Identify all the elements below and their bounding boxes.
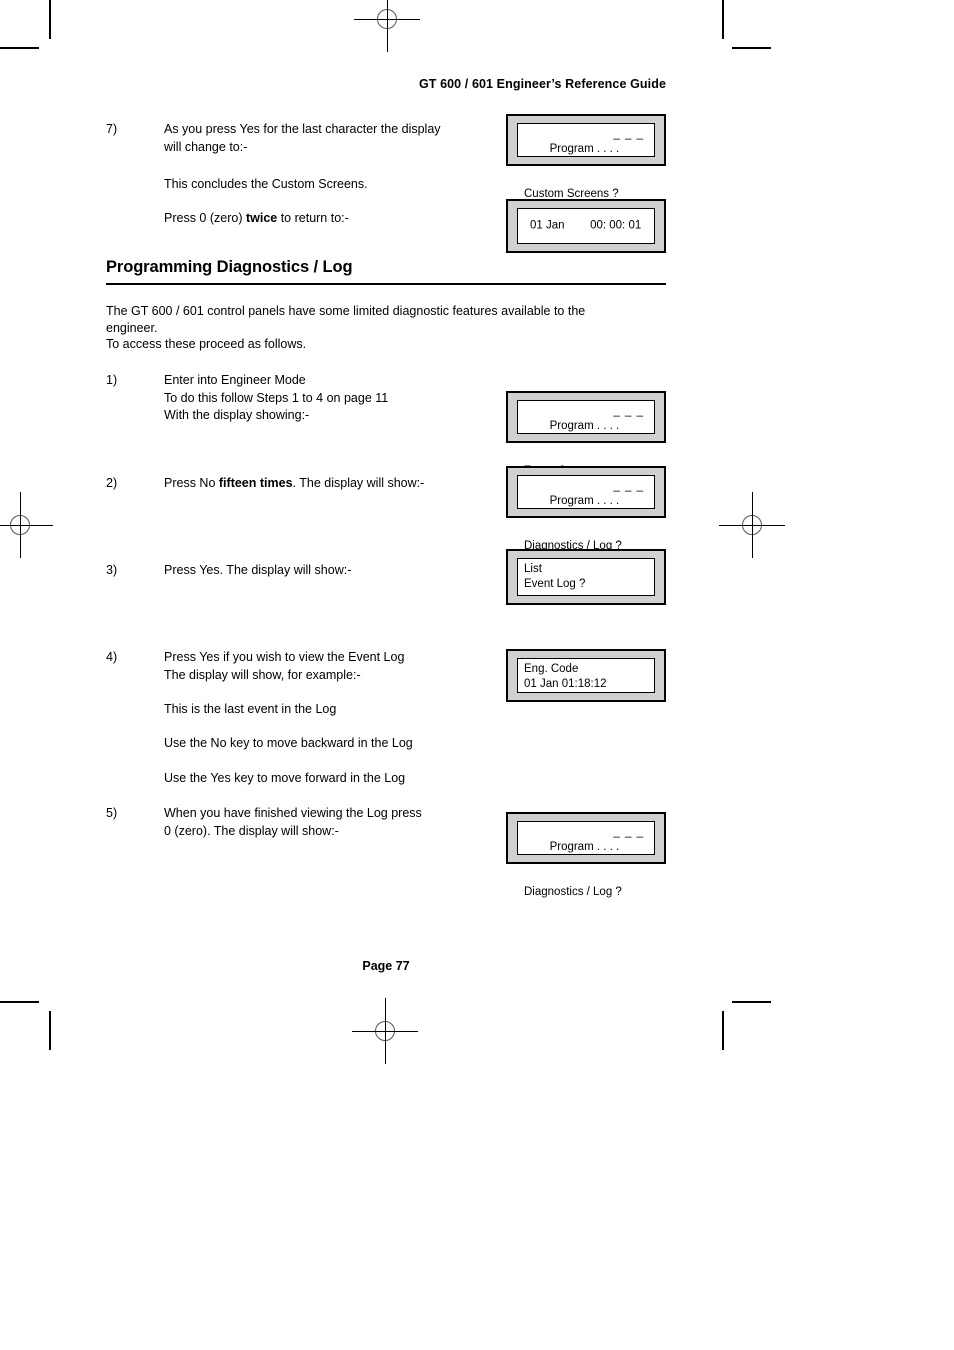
lcd-display-clock: 01 Jan 00: 00: 01 <box>506 199 666 253</box>
step-5-number: 5) <box>106 806 118 820</box>
lcd-display-zones: Program . . . . _ _ _ Zones ? <box>506 391 666 477</box>
note-press-zero-twice: Press 0 (zero) twice to return to:- <box>164 210 349 228</box>
intro-line-2: engineer. <box>106 320 158 335</box>
lcd-line-1: Program . . . . _ _ _ <box>524 479 648 539</box>
lcd-display-eng-code: Eng. Code 01 Jan 01:18:12 <box>506 649 666 702</box>
lcd-screen: Program . . . . _ _ _ Zones ? <box>517 400 655 477</box>
lcd-screen: Program . . . . _ _ _ Custom Screens ? <box>517 123 655 200</box>
step-5-line-1: When you have finished viewing the Log p… <box>164 806 422 820</box>
step-7-line-1: As you press Yes for the last character … <box>164 122 441 136</box>
lcd-screen: List Event Log ? <box>517 558 655 596</box>
lcd-line-1-text: Program . . . . <box>549 495 620 507</box>
lcd-screen: Program . . . . _ _ _ Diagnostics / Log … <box>517 821 655 898</box>
lcd-cursor-dashes: _ _ _ <box>613 405 644 417</box>
lcd-line-1-text: Program . . . . <box>549 143 620 155</box>
step-7-line-2: will change to:- <box>164 139 248 154</box>
step-7-number: 7) <box>106 122 118 136</box>
lcd-line-1-text: Program . . . . <box>549 841 620 853</box>
lcd-cursor-dashes: _ _ _ <box>613 128 644 140</box>
lcd-line-1: Program . . . . _ _ _ <box>524 404 648 464</box>
lcd-display-diagnostics-log-return: Program . . . . _ _ _ Diagnostics / Log … <box>506 812 666 898</box>
lcd-screen: 01 Jan 00: 00: 01 <box>517 208 655 244</box>
step-4-number: 4) <box>106 650 118 664</box>
lcd-line-1-text: Program . . . . <box>549 420 620 432</box>
note-last-event: This is the last event in the Log <box>164 702 337 716</box>
lcd-cursor-dashes: _ _ _ <box>613 480 644 492</box>
step-5-text: When you have finished viewing the Log p… <box>164 805 564 840</box>
page-number-footer: Page 77 <box>362 959 410 973</box>
intro-paragraph: The GT 600 / 601 control panels have som… <box>106 303 671 353</box>
step-4-line-2: The display will show, for example:- <box>164 667 361 682</box>
step-2-text-prefix: Press No <box>164 476 219 490</box>
lcd-line-2: Diagnostics / Log ? <box>524 886 622 898</box>
document-page: GT 600 / 601 Engineer’s Reference Guide … <box>0 0 954 1350</box>
heading-underline <box>106 283 666 285</box>
step-4-line-1: Press Yes if you wish to view the Event … <box>164 650 405 664</box>
note-concludes-custom-screens: This concludes the Custom Screens. <box>164 177 368 191</box>
lcd-line-1: Program . . . . _ _ _ <box>524 825 648 885</box>
step-2-text-emphasis: fifteen times <box>218 476 293 490</box>
lcd-screen: Program . . . . _ _ _ Diagnostics / Log … <box>517 475 655 552</box>
lcd-line-2: 01 Jan 01:18:12 <box>524 678 607 690</box>
intro-line-3: To access these proceed as follows. <box>106 337 307 351</box>
lcd-line-clock: 01 Jan 00: 00: 01 <box>530 219 642 232</box>
lcd-line-1: List <box>524 563 542 575</box>
page-header-title: GT 600 / 601 Engineer’s Reference Guide <box>418 77 666 91</box>
step-7-text: As you press Yes for the last character … <box>164 121 564 156</box>
lcd-screen: Eng. Code 01 Jan 01:18:12 <box>517 658 655 693</box>
note-press-zero-prefix: Press 0 (zero) <box>164 211 246 225</box>
step-1-number: 1) <box>106 373 118 387</box>
step-2-number: 2) <box>106 476 118 490</box>
note-press-zero-emphasis: twice <box>245 211 278 225</box>
lcd-display-event-log-list: List Event Log ? <box>506 549 666 605</box>
step-3-text: Press Yes. The display will show:- <box>164 563 352 577</box>
step-1-line-2: To do this follow Steps 1 to 4 on page 1… <box>164 390 389 405</box>
lcd-line-1: Program . . . . _ _ _ <box>524 127 648 187</box>
lcd-line-1: Eng. Code <box>524 663 579 675</box>
lcd-display-diagnostics-log: Program . . . . _ _ _ Diagnostics / Log … <box>506 466 666 552</box>
step-3-number: 3) <box>106 563 118 577</box>
step-1-line-1: Enter into Engineer Mode <box>164 373 306 387</box>
page-title: Programming Diagnostics / Log <box>106 258 353 276</box>
lcd-cursor-dashes: _ _ _ <box>613 826 644 838</box>
step-2-text: Press No fifteen times. The display will… <box>164 475 564 493</box>
step-5-line-2: 0 (zero). The display will show:- <box>164 823 339 838</box>
lcd-display-custom-screens: Program . . . . _ _ _ Custom Screens ? <box>506 114 666 200</box>
note-yes-key-forward: Use the Yes key to move forward in the L… <box>164 771 406 785</box>
note-no-key-backward: Use the No key to move backward in the L… <box>164 736 413 750</box>
intro-line-1: The GT 600 / 601 control panels have som… <box>106 304 586 318</box>
step-4-text: Press Yes if you wish to view the Event … <box>164 649 564 684</box>
note-press-zero-suffix: to return to:- <box>277 211 349 225</box>
step-1-text: Enter into Engineer Mode To do this foll… <box>164 372 564 425</box>
step-1-line-3: With the display showing:- <box>164 408 310 422</box>
step-2-text-suffix: . The display will show:- <box>292 476 425 490</box>
lcd-line-2: Event Log ? <box>524 578 586 590</box>
